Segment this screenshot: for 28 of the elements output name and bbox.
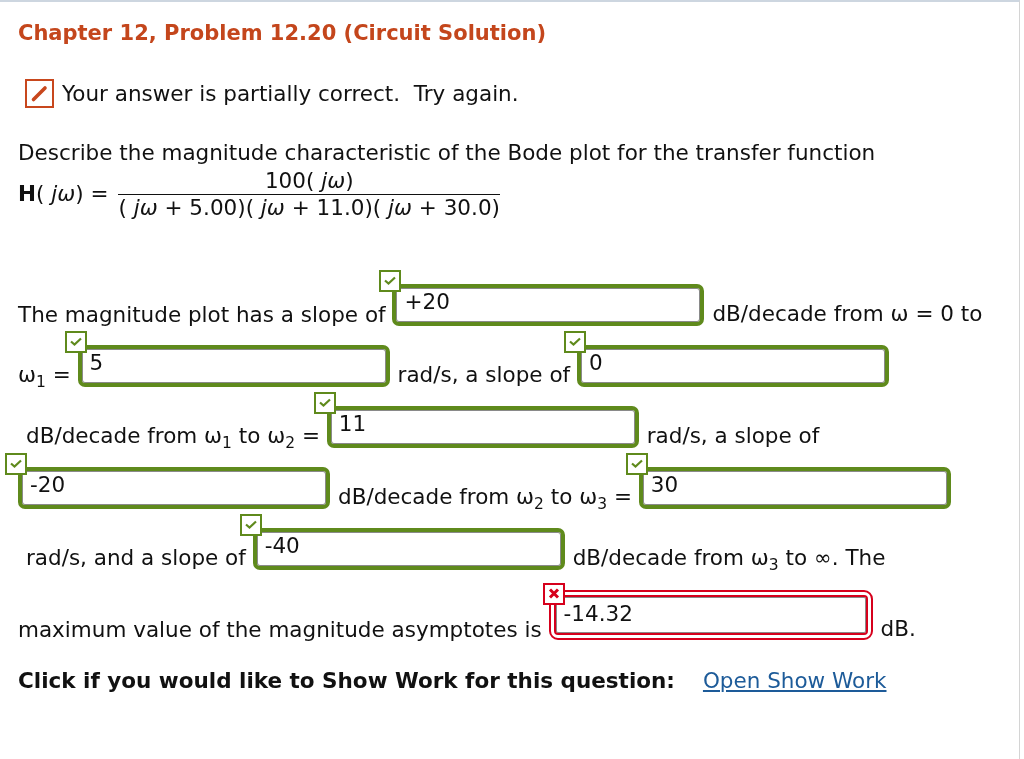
answer-field[interactable]: -20	[18, 466, 330, 509]
answer-field[interactable]: +20	[392, 283, 705, 326]
question-text: dB/decade from ω$_{1}$ to ω$_{2}$ =	[25, 423, 320, 449]
show-work-prompt: Click if you would like to Show Work for this question:	[18, 667, 675, 694]
question-text: rad/s, a slope of	[396, 362, 571, 388]
question-text: dB/decade from ω$_{3}$ to ∞. The	[571, 545, 886, 571]
question-text: maximum value of the magnitude asymptotes is	[18, 616, 542, 642]
answer-field[interactable]: 0	[576, 344, 889, 387]
answer-field[interactable]: 5	[77, 344, 390, 387]
question-text: rad/s, a slope of	[645, 423, 820, 449]
problem-title: Chapter 12, Problem 12.20 (Circuit Solution)	[18, 21, 548, 47]
question-text: The magnitude plot has a slope of	[18, 301, 386, 327]
formula-denominator: ( jω + 5.00)( jω + 11.0)( jω + 30.0)	[118, 194, 500, 221]
open-show-work-link[interactable]: Open Show Work	[702, 667, 887, 694]
question-text: dB/decade from ω$_{2}$ to ω$_{3}$ =	[337, 484, 632, 510]
feedback-message: Your answer is partially correct. Try again.	[62, 80, 519, 107]
formula-lhs: H( jω) =	[18, 181, 109, 208]
question-text: dB.	[879, 616, 916, 642]
formula-numerator: 100( jω)	[264, 168, 354, 194]
answer-field[interactable]: -40	[252, 527, 565, 570]
question-text: ω$_{1}$ =	[18, 362, 71, 388]
answer-field[interactable]: 11	[326, 405, 639, 448]
answer-field[interactable]: -14.32	[548, 589, 873, 640]
answer-field[interactable]: 30	[638, 466, 951, 509]
question-text: Describe the magnitude characteristic of the Bode plot for the transfer function	[18, 140, 877, 166]
question-text: dB/decade from ω = 0 to	[711, 301, 983, 327]
question-text: rad/s, and a slope of	[25, 545, 246, 571]
pencil-icon	[25, 79, 54, 109]
